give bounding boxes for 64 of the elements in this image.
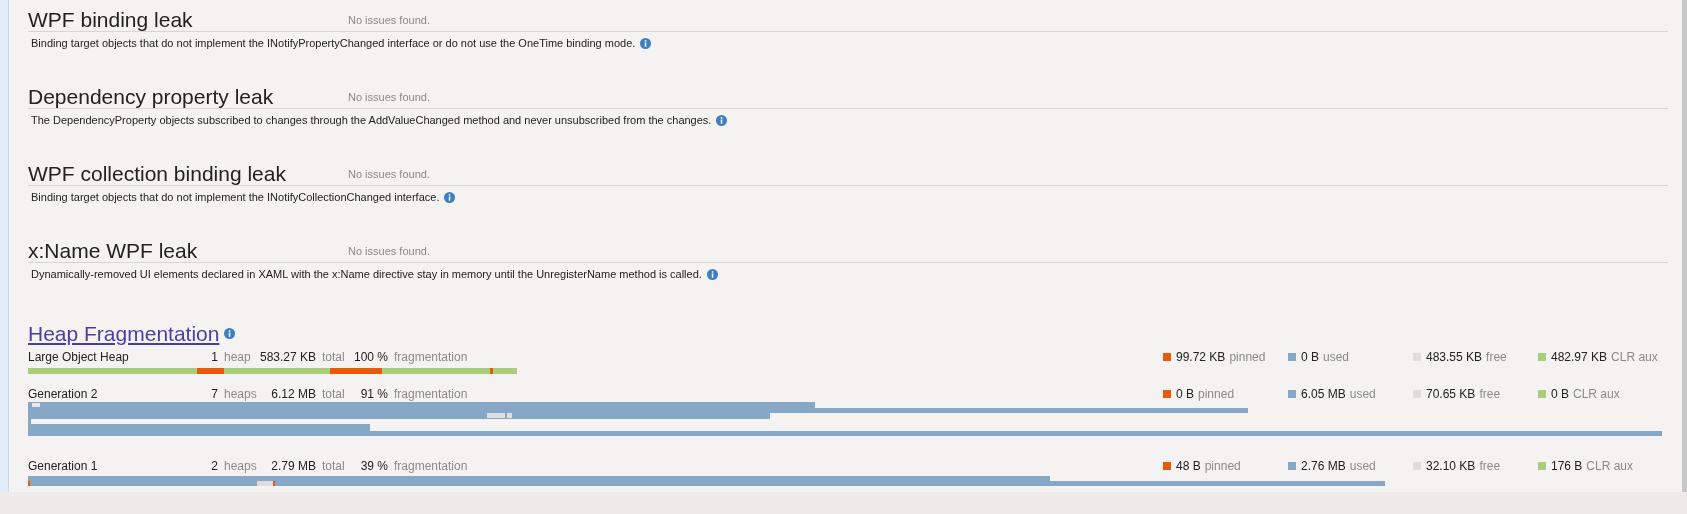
legend-label: used [1349, 386, 1376, 403]
result-text: No issues found. [348, 89, 430, 105]
description-text: Binding target objects that do not implement the INotifyPropertyChanged interface or do not use the OneTime binding mode. [31, 36, 636, 51]
scrollbar[interactable] [1682, 0, 1687, 492]
legend-value: 99.72 KB [1176, 349, 1226, 366]
heap-name: Generation 1 [28, 458, 99, 475]
total-size: 583.27 KB [258, 349, 316, 366]
fragmentation-percent: 91 % [359, 386, 388, 403]
info-icon[interactable] [706, 268, 718, 280]
result-text: No issues found. [348, 166, 430, 182]
total-size: 2.79 MB [270, 458, 316, 475]
description-text: Binding target objects that do not implement the INotifyCollectionChanged interface. [31, 190, 440, 205]
section-title: WPF collection binding leak [28, 163, 287, 184]
legend-label: free [1479, 458, 1501, 475]
unit-label: heaps [223, 386, 256, 403]
result-text: No issues found. [348, 243, 430, 259]
heap-count: 7 [210, 386, 218, 403]
legend-label: CLR aux [1573, 386, 1620, 403]
unit-label: total [321, 458, 346, 475]
total-size: 6.12 MB [270, 386, 316, 403]
legend-label: pinned [1204, 458, 1241, 475]
info-icon[interactable] [224, 327, 236, 339]
legend-value: 0 B [1176, 386, 1194, 403]
unit-label: total [321, 386, 346, 403]
legend-label: pinned [1229, 349, 1266, 366]
section-title: x:Name WPF leak [28, 240, 199, 261]
legend-value: 176 B [1551, 458, 1583, 475]
heap-count: 1 [210, 349, 218, 366]
unit-label: heap [223, 349, 252, 366]
legend-value: 0 B [1551, 386, 1569, 403]
description-text: The DependencyProperty objects subscribed to changes through the AddValueChanged method and never unsubscribed from the changes. [31, 113, 712, 128]
legend-label: CLR aux [1586, 458, 1634, 475]
legend-value: 483.55 KB [1426, 349, 1483, 366]
heap-fragmentation-link[interactable]: Heap Fragmentation [28, 322, 220, 344]
unit-label: fragmentation [393, 386, 468, 403]
heap-count: 2 [210, 458, 218, 475]
unit-label: total [321, 349, 346, 366]
unit-label: fragmentation [393, 349, 468, 366]
unit-label: fragmentation [393, 458, 468, 475]
section-title: WPF binding leak [28, 9, 194, 30]
description-text: Dynamically-removed UI elements declared in XAML with the x:Name directive stay in memory until the UnregisterName method is called. [31, 267, 702, 282]
heap-name: Generation 2 [28, 386, 99, 403]
result-text: No issues found. [348, 12, 430, 28]
legend-value: 0 B [1301, 349, 1319, 366]
legend-label: CLR aux [1611, 349, 1658, 366]
legend-value: 482.97 KB [1551, 349, 1608, 366]
legend-value: 48 B [1176, 458, 1201, 475]
legend-label: used [1323, 349, 1350, 366]
info-icon[interactable] [444, 191, 456, 203]
legend-value: 32.10 KB [1426, 458, 1476, 475]
section-title: Dependency property leak [28, 86, 275, 107]
fragmentation-percent: 100 % [352, 349, 388, 366]
legend-label: free [1479, 386, 1501, 403]
legend-label: used [1349, 458, 1376, 475]
fragmentation-percent: 39 % [359, 458, 388, 475]
legend-value: 6.05 MB [1301, 386, 1346, 403]
legend-value: 70.65 KB [1426, 386, 1476, 403]
legend-label: free [1486, 349, 1507, 366]
info-icon[interactable] [640, 37, 652, 49]
info-icon[interactable] [716, 114, 728, 126]
heap-name: Large Object Heap [28, 349, 130, 366]
legend-label: pinned [1198, 386, 1235, 403]
legend-value: 2.76 MB [1301, 458, 1346, 475]
unit-label: heaps [223, 458, 256, 475]
